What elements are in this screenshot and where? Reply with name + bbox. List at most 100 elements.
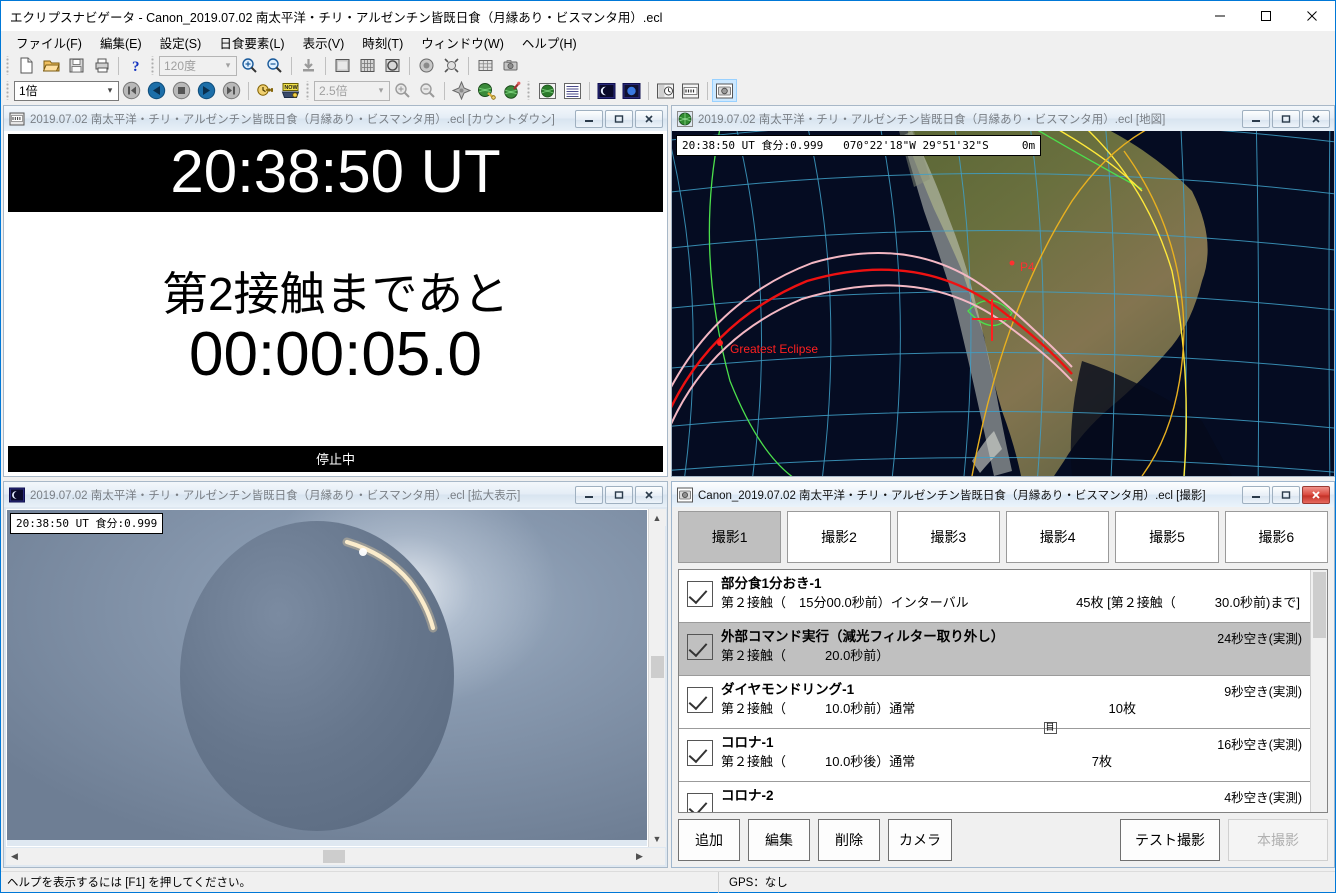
countdown-window[interactable]: 2019.07.02 南太平洋・チリ・アルゼンチン皆既日食（月縁あり・ビスマンタ…: [3, 105, 668, 477]
enlarged-h-track[interactable]: [23, 850, 631, 863]
capture-window-icon[interactable]: [712, 79, 737, 102]
capture-title-bar[interactable]: Canon_2019.07.02 南太平洋・チリ・アルゼンチン皆既日食（月縁あり…: [672, 482, 1334, 507]
delete-button[interactable]: 削除: [818, 819, 880, 861]
zoom-out-icon[interactable]: [262, 54, 287, 77]
map-title-bar[interactable]: 2019.07.02 南太平洋・チリ・アルゼンチン皆既日食（月縁あり・ビスマンタ…: [672, 106, 1334, 131]
edit-button[interactable]: 編集: [748, 819, 810, 861]
fov-combo[interactable]: 120度 ▾: [159, 56, 237, 76]
grid-square-icon[interactable]: [355, 54, 380, 77]
zoom-in-small-icon[interactable]: [390, 79, 415, 102]
countdown-close-button[interactable]: [635, 110, 663, 128]
enlarged-canvas[interactable]: 20:38:50 UT 食分:0.999: [6, 509, 648, 847]
capture-minimize-button[interactable]: [1242, 486, 1270, 504]
countdown-icon[interactable]: [678, 79, 703, 102]
enlarged-v-thumb[interactable]: [651, 656, 664, 678]
toolbar-gripper-2[interactable]: [150, 56, 157, 75]
enlarged-vertical-scrollbar[interactable]: ▲ ▼: [648, 509, 665, 847]
scroll-up-icon[interactable]: ▲: [649, 509, 666, 526]
capture-maximize-button[interactable]: [1272, 486, 1300, 504]
timeline-icon[interactable]: [653, 79, 678, 102]
step-forward-icon[interactable]: [219, 79, 244, 102]
table-row[interactable]: 部分食1分おき-1 第２接触（ 15分00.0秒前）インターバル 45枚 [第２…: [679, 570, 1310, 623]
toolbar-gripper[interactable]: [5, 56, 12, 75]
globe-key-icon[interactable]: [474, 79, 499, 102]
menu-eclipse-elements[interactable]: 日食要素(L): [210, 31, 293, 54]
play-forward-icon[interactable]: [194, 79, 219, 102]
crosshair-frame-icon[interactable]: [439, 54, 464, 77]
circle-square-icon[interactable]: [380, 54, 405, 77]
capture-window[interactable]: Canon_2019.07.02 南太平洋・チリ・アルゼンチン皆既日食（月縁あり…: [671, 481, 1335, 868]
magnification-combo[interactable]: 2.5倍 ▾: [314, 81, 390, 101]
map-canvas[interactable]: 20:38:50 UT 食分:0.999 070°22'18"W 29°51'3…: [672, 131, 1334, 476]
scroll-left-icon[interactable]: ◀: [6, 848, 23, 865]
clock-key-icon[interactable]: [253, 79, 278, 102]
enlarged-maximize-button[interactable]: [605, 486, 633, 504]
tab-capture-1[interactable]: 撮影1: [678, 511, 781, 563]
table-row[interactable]: コロナ-2 4秒空き(実測): [679, 782, 1310, 812]
enlarged-h-thumb[interactable]: [323, 850, 345, 863]
tab-capture-2[interactable]: 撮影2: [787, 511, 890, 563]
menu-file[interactable]: ファイル(F): [7, 31, 91, 54]
toolbar-gripper-3[interactable]: [5, 81, 12, 100]
tab-capture-3[interactable]: 撮影3: [897, 511, 1000, 563]
stop-icon[interactable]: [169, 79, 194, 102]
capture-scroll-thumb[interactable]: [1313, 572, 1326, 638]
tab-capture-4[interactable]: 撮影4: [1006, 511, 1109, 563]
scroll-right-icon[interactable]: ▶: [631, 848, 648, 865]
save-disk-icon[interactable]: [64, 54, 89, 77]
test-shoot-button[interactable]: テスト撮影: [1120, 819, 1220, 861]
row-checkbox[interactable]: [687, 793, 713, 812]
scroll-down-icon[interactable]: ▼: [649, 830, 666, 847]
zoom-in-icon[interactable]: [237, 54, 262, 77]
maximize-button[interactable]: [1243, 1, 1289, 31]
menu-edit[interactable]: 編集(E): [91, 31, 151, 54]
globe-pin-icon[interactable]: [499, 79, 524, 102]
now-icon[interactable]: NOW: [278, 79, 303, 102]
compass-icon[interactable]: [449, 79, 474, 102]
tab-capture-5[interactable]: 撮影5: [1115, 511, 1218, 563]
table-row[interactable]: ダイヤモンドリング-1 第２接触（ 10.0秒前）通常 目 10枚: [679, 676, 1310, 729]
eclipse-view-icon[interactable]: [594, 79, 619, 102]
countdown-title-bar[interactable]: 2019.07.02 南太平洋・チリ・アルゼンチン皆既日食（月縁あり・ビスマンタ…: [4, 106, 667, 131]
capture-scroll-track[interactable]: [1311, 570, 1327, 812]
menu-view[interactable]: 表示(V): [294, 31, 354, 54]
row-checkbox[interactable]: [687, 687, 713, 713]
download-icon[interactable]: [296, 54, 321, 77]
open-folder-icon[interactable]: [39, 54, 64, 77]
menu-settings[interactable]: 設定(S): [151, 31, 211, 54]
map-minimize-button[interactable]: [1242, 110, 1270, 128]
capture-list-scrollbar[interactable]: [1310, 570, 1327, 812]
capture-close-button[interactable]: [1302, 486, 1330, 504]
speed-combo[interactable]: 1倍 ▾: [14, 81, 119, 101]
new-document-icon[interactable]: [14, 54, 39, 77]
menu-window[interactable]: ウィンドウ(W): [412, 31, 513, 54]
add-button[interactable]: 追加: [678, 819, 740, 861]
table-grid-icon[interactable]: [473, 54, 498, 77]
map-maximize-button[interactable]: [1272, 110, 1300, 128]
map-window[interactable]: 2019.07.02 南太平洋・チリ・アルゼンチン皆既日食（月縁あり・ビスマンタ…: [671, 105, 1335, 477]
sun-view-icon[interactable]: [619, 79, 644, 102]
toolbar-gripper-4[interactable]: [305, 81, 312, 100]
countdown-minimize-button[interactable]: [575, 110, 603, 128]
enlarged-close-button[interactable]: [635, 486, 663, 504]
map-close-button[interactable]: [1302, 110, 1330, 128]
menu-time[interactable]: 時刻(T): [353, 31, 412, 54]
enlarged-title-bar[interactable]: 2019.07.02 南太平洋・チリ・アルゼンチン皆既日食（月縁あり・ビスマンタ…: [4, 482, 667, 507]
list-window-icon[interactable]: [560, 79, 585, 102]
capture-list[interactable]: 部分食1分おき-1 第２接触（ 15分00.0秒前）インターバル 45枚 [第２…: [679, 570, 1310, 812]
tab-capture-6[interactable]: 撮影6: [1225, 511, 1328, 563]
row-checkbox[interactable]: [687, 581, 713, 607]
camera-icon[interactable]: [498, 54, 523, 77]
toolbar-gripper-5[interactable]: [526, 81, 533, 100]
help-question-icon[interactable]: ?: [123, 54, 148, 77]
row-checkbox[interactable]: [687, 634, 713, 660]
countdown-maximize-button[interactable]: [605, 110, 633, 128]
print-icon[interactable]: [89, 54, 114, 77]
camera-button[interactable]: カメラ: [888, 819, 952, 861]
menu-help[interactable]: ヘルプ(H): [513, 31, 586, 54]
table-row[interactable]: コロナ-1 第２接触（ 10.0秒後）通常 7枚 16秒空き(実測): [679, 729, 1310, 782]
play-reverse-icon[interactable]: [144, 79, 169, 102]
table-row[interactable]: 外部コマンド実行（減光フィルター取り外し） 第２接触（ 20.0秒前） 24秒空…: [679, 623, 1310, 676]
enlarged-v-track[interactable]: [651, 526, 664, 830]
step-back-icon[interactable]: [119, 79, 144, 102]
